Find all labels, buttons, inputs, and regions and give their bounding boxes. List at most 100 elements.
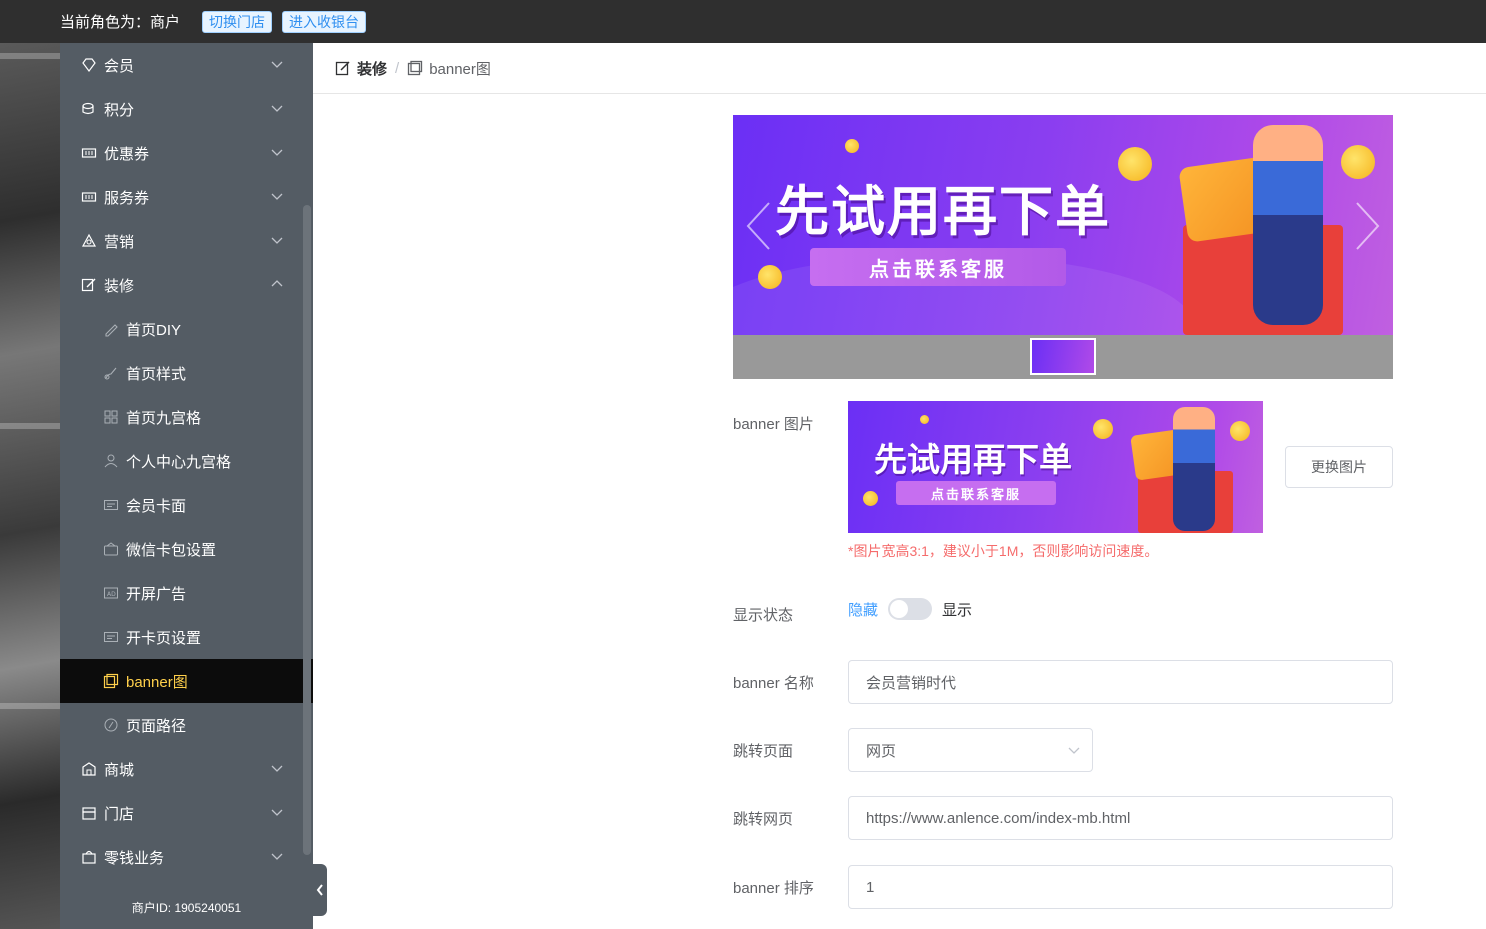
change-image-button[interactable]: 更换图片 bbox=[1285, 446, 1393, 488]
ad-icon: AD bbox=[102, 584, 120, 602]
sidebar-item-label: 开卡页设置 bbox=[126, 629, 202, 647]
background-photo bbox=[0, 43, 60, 929]
sidebar-item-label: 优惠券 bbox=[104, 145, 150, 163]
banner-preview-headline: 先试用再下单 bbox=[874, 440, 1072, 479]
jump-page-label: 跳转页面 bbox=[733, 743, 794, 760]
merchant-id: 商户ID: 1905240051 bbox=[131, 901, 242, 915]
jump-page-value: 网页 bbox=[866, 742, 897, 760]
breadcrumb: 装修 / banner图 bbox=[313, 43, 1486, 94]
bag-icon bbox=[80, 848, 98, 866]
chevron-down-icon bbox=[271, 237, 283, 244]
enter-cashier-button[interactable]: 进入收银台 bbox=[282, 10, 367, 33]
sidebar-item-label: 营销 bbox=[104, 233, 135, 251]
carousel-next-icon[interactable] bbox=[1353, 199, 1383, 253]
switch-store-button[interactable]: 切换门店 bbox=[202, 10, 273, 33]
sidebar-item-label: 商城 bbox=[104, 761, 135, 779]
sidebar-item-7[interactable]: 首页样式 bbox=[60, 351, 313, 395]
sidebar-item-14[interactable]: banner图 bbox=[60, 659, 313, 703]
chevron-down-icon bbox=[271, 809, 283, 816]
carousel-thumbnail[interactable] bbox=[1030, 338, 1096, 375]
sidebar-item-2[interactable]: 优惠券 bbox=[60, 131, 313, 175]
collapse-sidebar-button[interactable] bbox=[313, 864, 327, 916]
sidebar-item-label: 会员 bbox=[104, 57, 135, 75]
chevron-down-icon bbox=[271, 61, 283, 68]
carousel-prev-icon[interactable] bbox=[743, 199, 773, 253]
display-toggle[interactable] bbox=[888, 598, 933, 620]
sidebar: 会员积分优惠券服务券营销装修首页DIY 首页样式首页九宫格个人中心九宫格 会员卡面微… bbox=[60, 43, 313, 929]
sidebar-item-label: 首页DIY bbox=[126, 321, 182, 339]
role-text: 当前角色为：商户 bbox=[60, 14, 181, 31]
sidebar-item-4[interactable]: 营销 bbox=[60, 219, 313, 263]
sidebar-item-label: 积分 bbox=[104, 101, 135, 119]
sidebar-item-5[interactable]: 装修 bbox=[60, 263, 313, 307]
sidebar-item-3[interactable]: 服务券 bbox=[60, 175, 313, 219]
user-icon bbox=[102, 452, 120, 470]
sidebar-item-label: 页面路径 bbox=[126, 717, 187, 735]
chevron-down-icon bbox=[271, 765, 283, 772]
shop-icon bbox=[80, 760, 98, 778]
jump-url-label: 跳转网页 bbox=[733, 811, 794, 828]
banner-name-label: banner 名称 bbox=[733, 675, 814, 692]
diamond-icon bbox=[80, 56, 98, 74]
sidebar-item-9[interactable]: 个人中心九宫格 bbox=[60, 439, 313, 483]
banner-name-input[interactable]: 会员营销时代 bbox=[848, 660, 1393, 704]
banner-preview-cta: 点击联系客服 bbox=[896, 481, 1056, 505]
sidebar-item-8[interactable]: 首页九宫格 bbox=[60, 395, 313, 439]
edit-icon bbox=[80, 276, 98, 294]
sidebar-item-18[interactable]: 零钱业务 bbox=[60, 835, 313, 879]
chevron-down-icon bbox=[1068, 747, 1080, 754]
sidebar-item-label: 门店 bbox=[104, 805, 135, 823]
top-bar: 当前角色为：商户 切换门店 进入收银台 bbox=[0, 0, 1486, 43]
chevron-left-icon bbox=[316, 884, 323, 896]
sidebar-item-0[interactable]: 会员 bbox=[60, 43, 313, 87]
breadcrumb-parent[interactable]: 装修 bbox=[357, 58, 387, 79]
image-icon bbox=[102, 672, 120, 690]
chevron-down-icon bbox=[271, 853, 283, 860]
sidebar-item-12[interactable]: AD 开屏广告 bbox=[60, 571, 313, 615]
grid-icon bbox=[102, 408, 120, 426]
sidebar-item-11[interactable]: 微信卡包设置 bbox=[60, 527, 313, 571]
display-status-switch: 隐藏 显示 bbox=[848, 598, 972, 620]
sidebar-item-17[interactable]: 门店 bbox=[60, 791, 313, 835]
sidebar-item-label: 零钱业务 bbox=[104, 849, 165, 867]
wallet-icon bbox=[102, 540, 120, 558]
card-icon bbox=[102, 496, 120, 514]
edit-icon bbox=[335, 61, 350, 76]
jump-url-input[interactable]: https://www.anlence.com/index-mb.html bbox=[848, 796, 1393, 840]
toggle-hide-label[interactable]: 隐藏 bbox=[848, 599, 878, 620]
display-status-label: 显示状态 bbox=[733, 607, 794, 624]
sidebar-item-label: 微信卡包设置 bbox=[126, 541, 217, 559]
jump-page-select[interactable]: 网页 bbox=[848, 728, 1093, 772]
sidebar-item-6[interactable]: 首页DIY bbox=[60, 307, 313, 351]
sidebar-item-label: 会员卡面 bbox=[126, 497, 187, 515]
coins-icon bbox=[80, 100, 98, 118]
banner-image-label: banner 图片 bbox=[733, 416, 814, 433]
chevron-down-icon bbox=[271, 105, 283, 112]
sidebar-item-13[interactable]: 开卡页设置 bbox=[60, 615, 313, 659]
sidebar-item-label: 装修 bbox=[104, 277, 135, 295]
sidebar-item-label: 开屏广告 bbox=[126, 585, 187, 603]
sidebar-item-label: 首页九宫格 bbox=[126, 409, 202, 427]
sidebar-item-10[interactable]: 会员卡面 bbox=[60, 483, 313, 527]
person-illustration bbox=[1253, 125, 1323, 325]
ticket-icon bbox=[80, 144, 98, 162]
chevron-down-icon bbox=[271, 149, 283, 156]
sidebar-item-1[interactable]: 积分 bbox=[60, 87, 313, 131]
sidebar-item-label: 个人中心九宫格 bbox=[126, 453, 232, 471]
image-size-hint: *图片宽高3:1，建议小于1M，否则影响访问速度。 bbox=[848, 543, 1159, 559]
pencil-icon bbox=[102, 320, 120, 338]
banner-sort-label: banner 排序 bbox=[733, 880, 814, 897]
banner-sort-input[interactable]: 1 bbox=[848, 865, 1393, 909]
banner-image-preview: 先试用再下单 点击联系客服 bbox=[848, 401, 1263, 533]
ticket-icon bbox=[80, 188, 98, 206]
sidebar-item-label: 首页样式 bbox=[126, 365, 187, 383]
chevron-down-icon bbox=[271, 193, 283, 200]
toggle-show-label[interactable]: 显示 bbox=[942, 599, 972, 620]
banner-headline: 先试用再下单 bbox=[775, 180, 1111, 243]
image-icon bbox=[408, 60, 423, 76]
sidebar-item-label: banner图 bbox=[126, 673, 188, 691]
sidebar-item-16[interactable]: 商城 bbox=[60, 747, 313, 791]
sidebar-scrollbar[interactable] bbox=[303, 205, 311, 855]
path-icon bbox=[102, 716, 120, 734]
sidebar-item-15[interactable]: 页面路径 bbox=[60, 703, 313, 747]
